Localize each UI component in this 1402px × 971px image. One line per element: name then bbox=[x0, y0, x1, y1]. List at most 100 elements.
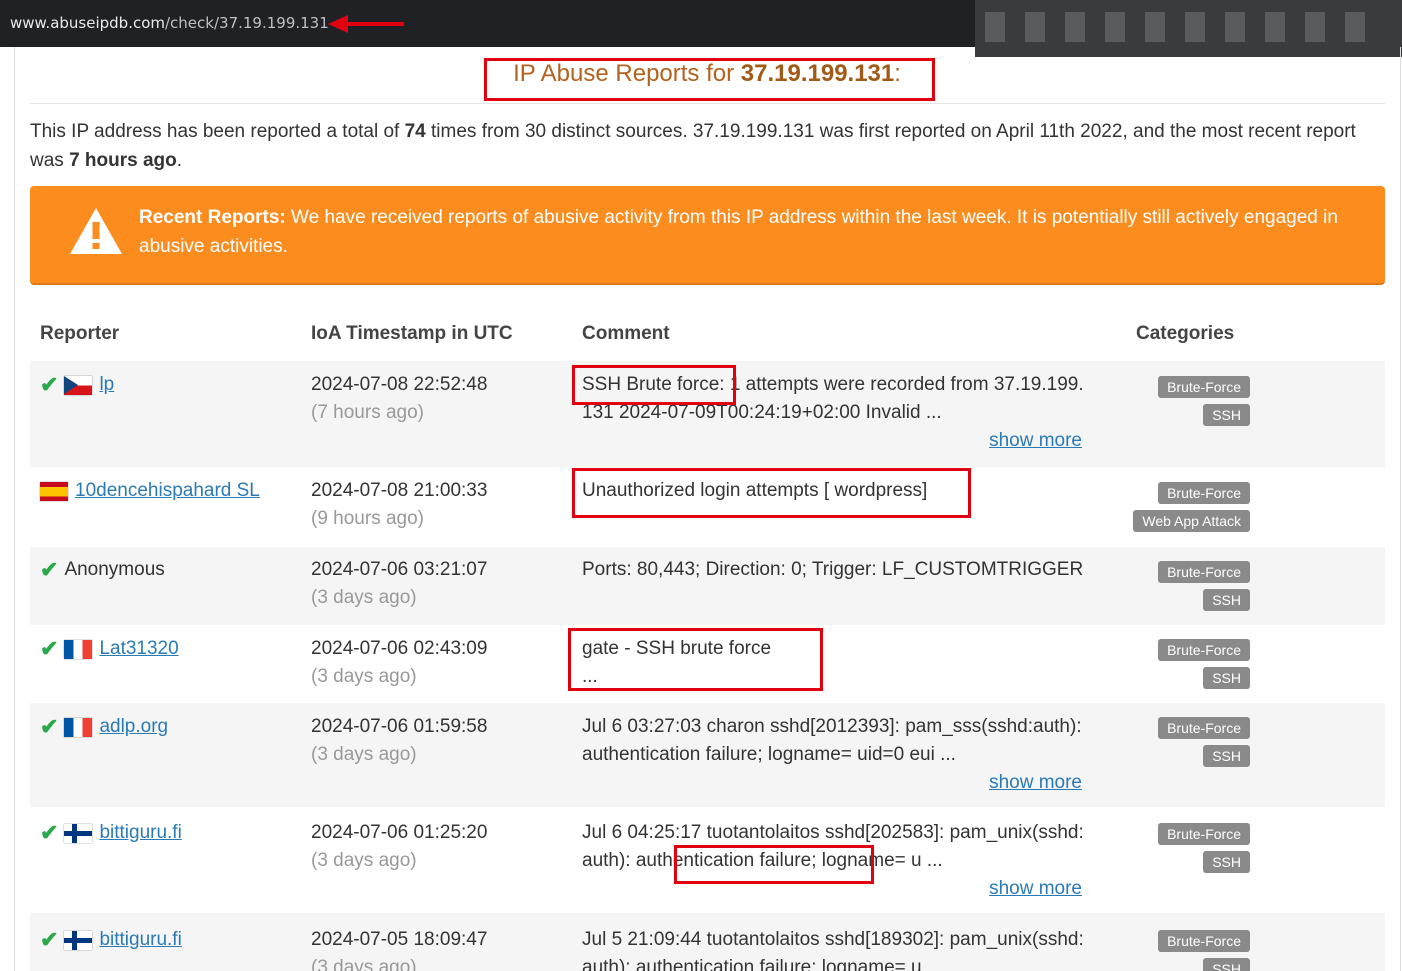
timestamp-cell: 2024-07-06 03:21:07 (3 days ago) bbox=[311, 556, 487, 612]
show-more-link[interactable]: show more bbox=[989, 772, 1082, 794]
alert-heading: Recent Reports: bbox=[139, 207, 286, 228]
verified-check-icon: ✔ bbox=[40, 557, 59, 582]
alert-message: Recent Reports: We have received reports… bbox=[139, 203, 1339, 261]
divider bbox=[30, 103, 1385, 104]
url-host: www.abuseipdb.com bbox=[10, 14, 165, 32]
annotation-arrow-icon bbox=[328, 15, 404, 33]
category-badge[interactable]: SSH bbox=[1203, 958, 1250, 971]
category-badge[interactable]: Brute-Force bbox=[1158, 930, 1250, 952]
annotation-box bbox=[484, 58, 935, 101]
timestamp: 2024-07-08 21:00:33 bbox=[311, 480, 488, 501]
verified-check-icon: ✔ bbox=[40, 636, 59, 661]
table-row: ✔ bittiguru.fi 2024-07-05 18:09:47 (3 day… bbox=[30, 913, 1385, 971]
reporter-cell: ✔ bittiguru.fi bbox=[40, 926, 182, 954]
category-badge[interactable]: SSH bbox=[1203, 589, 1250, 611]
recent-report-time: 7 hours ago bbox=[69, 150, 177, 171]
reporter-cell: ✔ bittiguru.fi bbox=[40, 819, 182, 847]
comment-cell: Jul 6 03:27:03 charon sshd[2012393]: pam… bbox=[582, 716, 1082, 765]
flag-fr-icon bbox=[64, 639, 93, 659]
category-badge[interactable]: SSH bbox=[1203, 851, 1250, 873]
report-count: 74 bbox=[404, 121, 426, 142]
relative-time: (3 days ago) bbox=[311, 744, 417, 765]
timestamp: 2024-07-08 22:52:48 bbox=[311, 374, 488, 395]
verified-check-icon: ✔ bbox=[40, 714, 59, 739]
flag-fr-icon bbox=[64, 717, 93, 737]
relative-time: (3 days ago) bbox=[311, 666, 417, 687]
categories-cell: Brute-Force SSH bbox=[1158, 561, 1250, 617]
page-border bbox=[14, 47, 15, 971]
timestamp-cell: 2024-07-06 01:59:58 (3 days ago) bbox=[311, 713, 487, 769]
relative-time: (3 days ago) bbox=[311, 850, 417, 871]
summary-text: This IP address has been reported a tota… bbox=[30, 121, 405, 142]
column-header-reporter: Reporter bbox=[40, 323, 120, 344]
annotation-box bbox=[568, 628, 823, 691]
flag-es-icon bbox=[40, 481, 68, 501]
reporter-link[interactable]: bittiguru.fi bbox=[99, 819, 181, 847]
category-badge[interactable]: Brute-Force bbox=[1158, 561, 1250, 583]
flag-fi-icon bbox=[64, 823, 93, 843]
timestamp: 2024-07-06 03:21:07 bbox=[311, 559, 488, 580]
reporter-cell: ✔ adlp.org bbox=[40, 713, 168, 741]
show-more-link[interactable]: show more bbox=[989, 878, 1082, 900]
reporter-cell: ✔ lp bbox=[40, 371, 114, 399]
verified-check-icon: ✔ bbox=[40, 927, 59, 952]
category-badge[interactable]: Brute-Force bbox=[1158, 482, 1250, 504]
reporter-cell: ✔ Anonymous bbox=[40, 556, 165, 584]
timestamp-cell: 2024-07-05 18:09:47 (3 days ago) bbox=[311, 926, 487, 971]
url-text[interactable]: www.abuseipdb.com/check/37.19.199.131 bbox=[10, 14, 329, 32]
reporter-link[interactable]: 10dencehispahard SL bbox=[75, 477, 260, 505]
annotation-box bbox=[572, 365, 736, 405]
table-row: ✔ adlp.org 2024-07-06 01:59:58 (3 days ag… bbox=[30, 703, 1385, 807]
categories-cell: Brute-Force SSH bbox=[1158, 639, 1250, 695]
reporter-cell: ✔ Lat31320 bbox=[40, 635, 179, 663]
page-border bbox=[1400, 47, 1401, 971]
timestamp: 2024-07-06 01:59:58 bbox=[311, 716, 488, 737]
reporter-link[interactable]: bittiguru.fi bbox=[99, 926, 181, 954]
recent-reports-alert: Recent Reports: We have received reports… bbox=[30, 186, 1385, 285]
category-badge[interactable]: Brute-Force bbox=[1158, 717, 1250, 739]
categories-cell: Brute-Force SSH bbox=[1158, 930, 1250, 971]
timestamp-cell: 2024-07-06 01:25:20 (3 days ago) bbox=[311, 819, 487, 875]
reporter-link[interactable]: Lat31320 bbox=[99, 635, 178, 663]
category-badge[interactable]: SSH bbox=[1203, 667, 1250, 689]
timestamp: 2024-07-06 01:25:20 bbox=[311, 822, 488, 843]
categories-cell: Brute-Force Web App Attack bbox=[1133, 482, 1250, 538]
category-badge[interactable]: Web App Attack bbox=[1133, 510, 1250, 532]
timestamp: 2024-07-05 18:09:47 bbox=[311, 929, 488, 950]
reporter-link[interactable]: lp bbox=[99, 371, 114, 399]
column-header-timestamp: IoA Timestamp in UTC bbox=[311, 323, 513, 344]
reporter-cell: 10dencehispahard SL bbox=[40, 477, 260, 505]
comment-cell: Jul 5 21:09:44 tuotantolaitos sshd[18930… bbox=[582, 929, 1084, 971]
flag-fi-icon bbox=[64, 930, 93, 950]
report-summary: This IP address has been reported a tota… bbox=[30, 117, 1385, 175]
category-badge[interactable]: Brute-Force bbox=[1158, 823, 1250, 845]
categories-cell: Brute-Force SSH bbox=[1158, 823, 1250, 879]
annotation-box bbox=[572, 468, 971, 518]
timestamp-cell: 2024-07-08 22:52:48 (7 hours ago) bbox=[311, 371, 487, 427]
show-more-link[interactable]: show more bbox=[989, 430, 1082, 452]
timestamp-cell: 2024-07-08 21:00:33 (9 hours ago) bbox=[311, 477, 487, 533]
relative-time: (7 hours ago) bbox=[311, 402, 425, 423]
relative-time: (3 days ago) bbox=[311, 957, 417, 971]
comment-cell: Ports: 80,443; Direction: 0; Trigger: LF… bbox=[582, 559, 1084, 580]
timestamp: 2024-07-06 02:43:09 bbox=[311, 638, 488, 659]
alert-body: We have received reports of abusive acti… bbox=[139, 207, 1338, 257]
flag-cz-icon bbox=[64, 375, 93, 395]
column-header-comment: Comment bbox=[582, 323, 670, 344]
annotation-box bbox=[674, 845, 874, 884]
category-badge[interactable]: SSH bbox=[1203, 404, 1250, 426]
url-path: /check/37.19.199.131 bbox=[165, 14, 329, 32]
column-header-categories: Categories bbox=[1136, 323, 1235, 344]
categories-cell: Brute-Force SSH bbox=[1158, 717, 1250, 773]
redacted-area bbox=[975, 0, 1402, 57]
category-badge[interactable]: Brute-Force bbox=[1158, 639, 1250, 661]
timestamp-cell: 2024-07-06 02:43:09 (3 days ago) bbox=[311, 635, 487, 691]
summary-text: . bbox=[176, 150, 183, 171]
table-row: ✔ Anonymous 2024-07-06 03:21:07 (3 days a… bbox=[30, 547, 1385, 625]
categories-cell: Brute-Force SSH bbox=[1158, 376, 1250, 432]
reporter-link[interactable]: adlp.org bbox=[99, 713, 168, 741]
category-badge[interactable]: Brute-Force bbox=[1158, 376, 1250, 398]
verified-check-icon: ✔ bbox=[40, 372, 59, 397]
verified-check-icon: ✔ bbox=[40, 820, 59, 845]
category-badge[interactable]: SSH bbox=[1203, 745, 1250, 767]
